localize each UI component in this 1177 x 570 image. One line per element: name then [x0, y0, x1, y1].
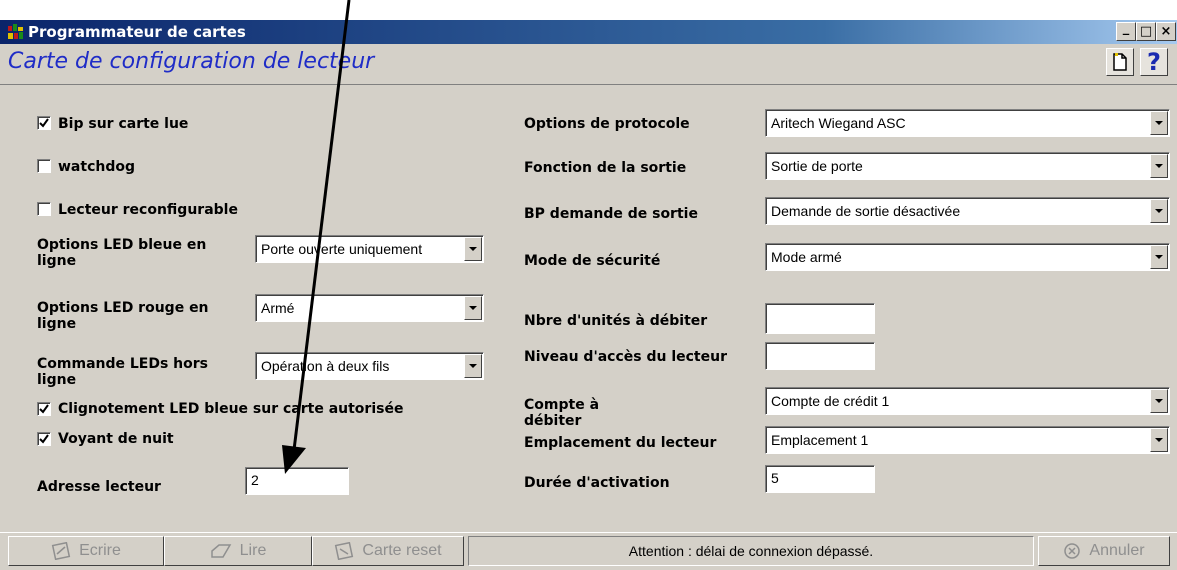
card-write-icon	[51, 542, 71, 560]
application-window: Programmateur de cartes _ □ × Carte de c…	[0, 0, 1177, 570]
ecrire-button[interactable]: Ecrire	[8, 536, 164, 566]
status-message: Attention : délai de connexion dépassé.	[468, 536, 1034, 566]
cancel-icon	[1064, 543, 1081, 559]
annuler-label: Annuler	[1089, 542, 1145, 559]
carte-reset-label: Carte reset	[362, 542, 442, 559]
card-read-icon	[210, 544, 231, 558]
ecrire-label: Ecrire	[79, 542, 121, 559]
card-reset-icon	[335, 542, 354, 560]
annuler-button[interactable]: Annuler	[1038, 536, 1170, 566]
annotation-arrow	[282, 0, 351, 474]
lire-button[interactable]: Lire	[164, 536, 312, 566]
lire-label: Lire	[239, 542, 267, 559]
carte-reset-button[interactable]: Carte reset	[312, 536, 464, 566]
